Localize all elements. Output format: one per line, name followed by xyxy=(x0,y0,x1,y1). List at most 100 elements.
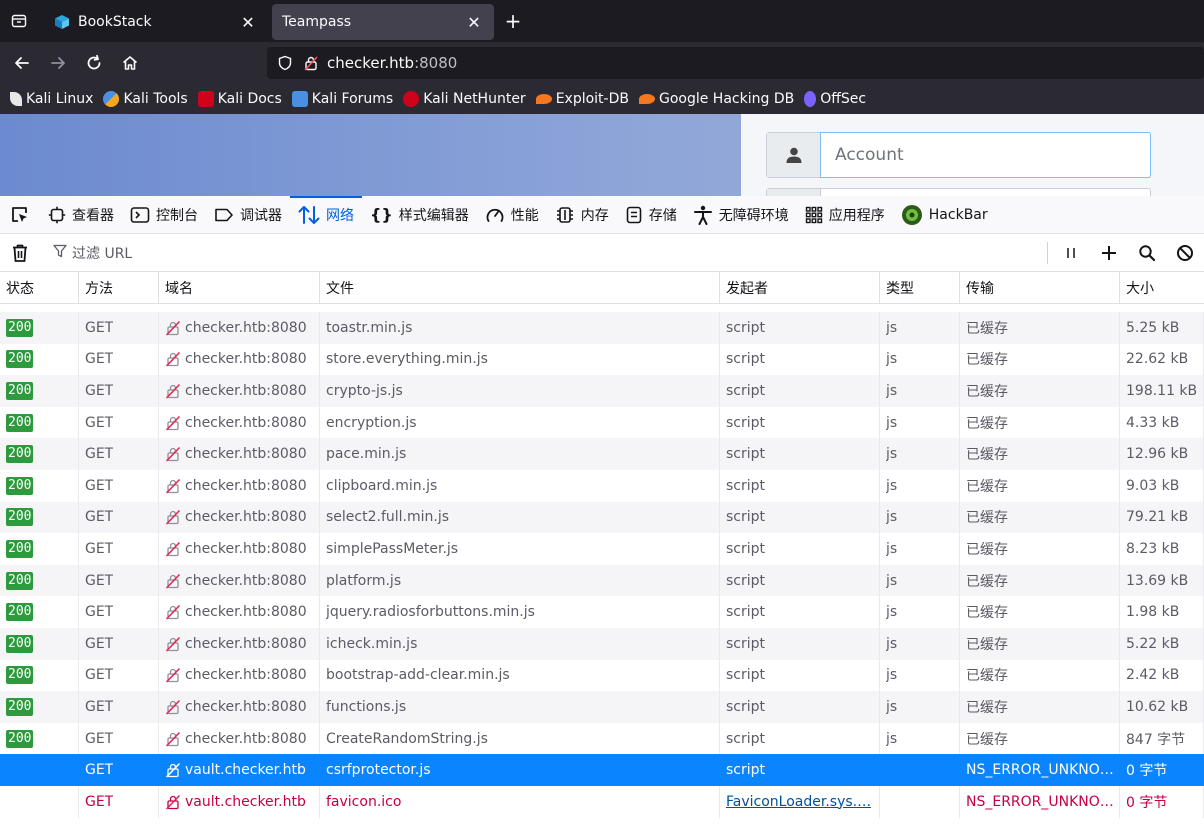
table-scrollbar[interactable] xyxy=(1196,272,1204,827)
bookmark-kali-docs[interactable]: Kali Docs xyxy=(197,91,282,107)
size-text: 1.98 kB xyxy=(1126,604,1180,621)
column-header-size[interactable]: 大小 xyxy=(1120,272,1204,304)
table-row[interactable]: GET vault.checker.htb csrfprotector.js scri… xyxy=(0,754,1204,786)
column-header-transfer[interactable]: 传输 xyxy=(960,272,1120,304)
add-request-blocking-button[interactable] xyxy=(1090,234,1128,272)
cell-method: GET xyxy=(79,722,159,755)
reload-icon xyxy=(87,54,101,70)
reload-button[interactable] xyxy=(76,47,112,79)
forward-arrow-icon xyxy=(51,57,65,69)
table-row[interactable]: 200 GET checker.htb:8080 pace.min.js script j… xyxy=(0,438,1204,470)
devtools-tab-style-editor[interactable]: {} 样式编辑器 xyxy=(362,196,477,234)
column-header-method[interactable]: 方法 xyxy=(79,272,159,304)
devtools-tab-memory[interactable]: 内存 xyxy=(547,196,617,234)
table-row[interactable]: 200 GET checker.htb:8080 select2.full.min.j… xyxy=(0,501,1204,534)
cell-domain: checker.htb:8080 xyxy=(159,501,320,534)
table-row[interactable]: 200 GET checker.htb:8080 crypto-js.js script… xyxy=(0,375,1204,407)
cell-status: 200 xyxy=(0,627,79,660)
account-input[interactable]: Account xyxy=(820,132,1151,178)
method-text: GET xyxy=(85,351,114,368)
cell-size: 1.98 kB xyxy=(1120,596,1204,628)
close-tab-icon[interactable]: ✕ xyxy=(238,13,258,32)
pause-recording-button[interactable] xyxy=(1052,234,1090,272)
cell-status: 200 xyxy=(0,406,79,439)
method-text: GET xyxy=(85,509,114,526)
table-row[interactable]: 200 GET checker.htb:8080 CreateRandomString… xyxy=(0,722,1204,755)
column-header-status[interactable]: 状态 xyxy=(0,272,79,304)
tab-list-button[interactable] xyxy=(0,0,38,42)
table-row[interactable]: 200 GET checker.htb:8080 toastr.min.js scrip… xyxy=(0,312,1204,344)
table-row[interactable]: 200 GET checker.htb:8080 platform.js script j… xyxy=(0,564,1204,597)
cell-transfer: NS_ERROR_UNKNO… xyxy=(960,785,1120,818)
file-text: store.everything.min.js xyxy=(326,351,488,368)
devtools-tab-console[interactable]: 控制台 xyxy=(122,196,206,234)
filter-url-input[interactable]: 过滤 URL xyxy=(40,234,1047,272)
devtools-tab-debugger[interactable]: 调试器 xyxy=(206,196,290,234)
insecure-lock-icon[interactable] xyxy=(301,55,321,71)
block-requests-button[interactable] xyxy=(1166,234,1204,272)
tab-teampass[interactable]: Teampass ✕ xyxy=(272,4,494,40)
table-row[interactable]: 200 GET checker.htb:8080 icheck.min.js scrip… xyxy=(0,627,1204,660)
cell-transfer: 已缓存 xyxy=(960,722,1120,755)
cell-size: 79.21 kB xyxy=(1120,501,1204,534)
bookmark-kali-linux[interactable]: Kali Linux xyxy=(10,91,93,107)
size-text: 5.22 kB xyxy=(1126,635,1180,652)
home-button[interactable] xyxy=(112,47,148,79)
new-tab-button[interactable]: + xyxy=(498,6,528,36)
pause-icon xyxy=(1067,247,1075,258)
column-header-initiator[interactable]: 发起者 xyxy=(720,272,880,304)
file-text: bootstrap-add-clear.min.js xyxy=(326,667,510,684)
insecure-connection-icon xyxy=(165,509,181,525)
forward-button[interactable] xyxy=(40,47,76,79)
table-row[interactable]: 200 GET checker.htb:8080 encryption.js scrip… xyxy=(0,406,1204,439)
bookmark-offsec[interactable]: OffSec xyxy=(804,91,866,107)
devtools-tab-accessibility[interactable]: 无障碍环境 xyxy=(685,196,797,234)
exploit-db-icon xyxy=(535,94,552,104)
table-row[interactable]: GET vault.checker.htb favicon.ico FaviconLo… xyxy=(0,785,1204,818)
cell-initiator[interactable]: FaviconLoader.sys.… xyxy=(720,785,880,818)
tab-bookstack[interactable]: BookStack ✕ xyxy=(44,4,268,40)
column-header-type[interactable]: 类型 xyxy=(880,272,960,304)
table-row[interactable]: 200 GET checker.htb:8080 store.everything.m… xyxy=(0,343,1204,376)
cell-size: 12.96 kB xyxy=(1120,438,1204,470)
type-text: js xyxy=(886,414,898,431)
devtools-tab-performance[interactable]: 性能 xyxy=(477,196,547,234)
close-tab-icon[interactable]: ✕ xyxy=(464,13,484,32)
type-text: js xyxy=(886,477,898,494)
devtools-tab-hackbar[interactable]: HackBar xyxy=(893,196,996,234)
domain-text: checker.htb:8080 xyxy=(185,635,307,652)
bookmark-kali-tools[interactable]: Kali Tools xyxy=(103,91,188,107)
search-button[interactable] xyxy=(1128,234,1166,272)
cell-size: 2.42 kB xyxy=(1120,659,1204,692)
column-header-file[interactable]: 文件 xyxy=(320,272,720,304)
size-text: 13.69 kB xyxy=(1126,572,1189,589)
back-button[interactable] xyxy=(4,47,40,79)
clear-requests-button[interactable] xyxy=(0,234,40,272)
bookmark-google-hacking-db[interactable]: Google Hacking DB xyxy=(638,91,794,107)
filter-url-placeholder: 过滤 URL xyxy=(72,245,133,262)
bookmark-kali-forums[interactable]: Kali Forums xyxy=(291,91,393,107)
devtools-tab-inspector[interactable]: 查看器 xyxy=(40,196,122,234)
bookmark-exploit-db[interactable]: Exploit-DB xyxy=(535,91,629,107)
bookmark-kali-nethunter[interactable]: Kali NetHunter xyxy=(403,91,526,107)
element-picker-button[interactable] xyxy=(0,196,40,234)
cell-type: js xyxy=(880,438,960,470)
column-header-domain[interactable]: 域名 xyxy=(159,272,320,304)
tab-label: Teampass xyxy=(282,14,352,30)
cell-domain: checker.htb:8080 xyxy=(159,312,320,344)
devtools-tab-application[interactable]: 应用程序 xyxy=(797,196,893,234)
cell-status: 200 xyxy=(0,438,79,470)
table-row[interactable]: 200 GET checker.htb:8080 jquery.radiosforbu… xyxy=(0,596,1204,628)
table-row[interactable]: 200 GET checker.htb:8080 clipboard.min.js sc… xyxy=(0,469,1204,502)
table-row[interactable]: 200 GET checker.htb:8080 bootstrap-add-clea… xyxy=(0,659,1204,692)
status-badge: 200 xyxy=(6,413,34,432)
devtools-tab-network[interactable]: 网络 xyxy=(290,195,362,234)
table-row[interactable]: 200 GET checker.htb:8080 functions.js script… xyxy=(0,691,1204,723)
tracking-protection-shield-icon[interactable] xyxy=(275,55,295,71)
initiator-text: script xyxy=(726,446,766,463)
cell-initiator: script xyxy=(720,501,880,534)
table-row[interactable]: 200 GET checker.htb:8080 simplePassMeter.js… xyxy=(0,533,1204,565)
url-bar[interactable]: checker.htb:8080 xyxy=(267,47,1204,79)
devtools-tab-storage[interactable]: 存储 xyxy=(617,196,685,234)
method-text: GET xyxy=(85,382,114,399)
